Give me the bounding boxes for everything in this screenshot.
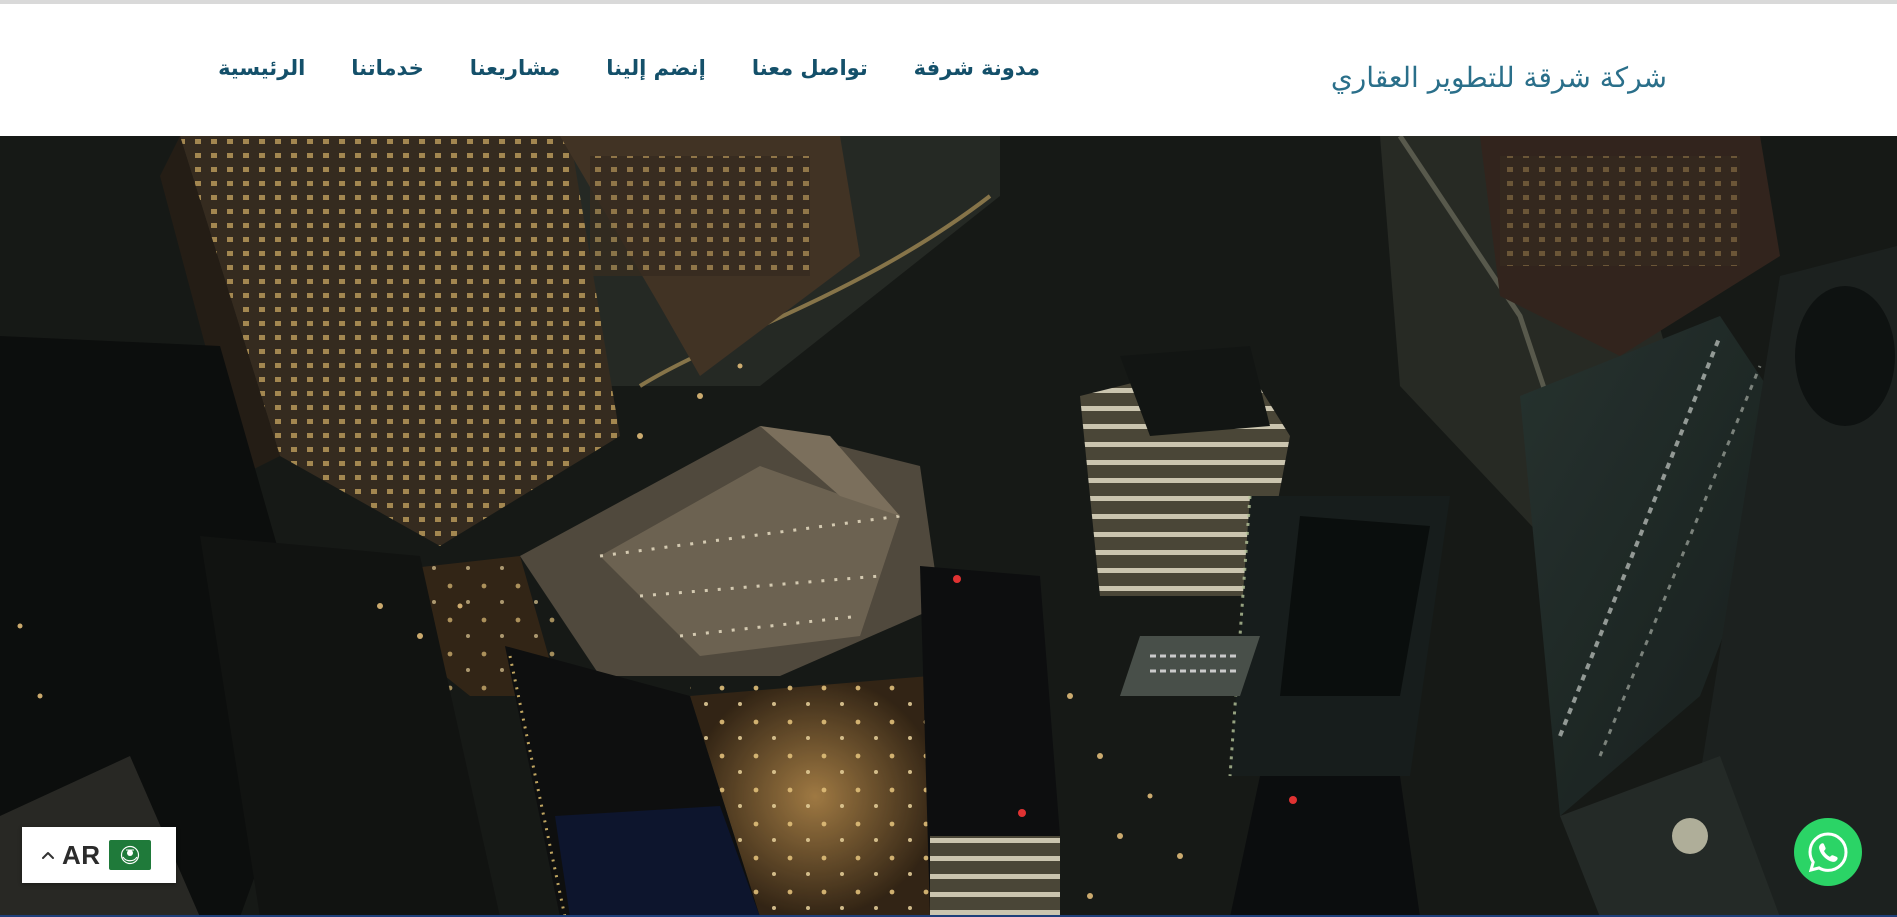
nav-item-join-us[interactable]: إنضم إلينا — [606, 56, 706, 80]
nav-item-contact[interactable]: تواصل معنا — [752, 56, 868, 80]
whatsapp-icon — [1808, 832, 1848, 873]
arab-league-flag-icon — [108, 840, 151, 870]
nav-item-blog[interactable]: مدونة شرفة — [914, 56, 1040, 80]
language-switcher[interactable]: AR — [22, 827, 176, 883]
nav-item-projects[interactable]: مشاريعنا — [470, 56, 561, 80]
nav-item-services[interactable]: خدماتنا — [351, 56, 424, 80]
site-header: الرئيسية خدماتنا مشاريعنا إنضم إلينا توا… — [0, 4, 1897, 136]
nav-item-home[interactable]: الرئيسية — [218, 56, 305, 80]
logo-text: شركة شرقة للتطوير العقاري — [1330, 60, 1667, 94]
hero-banner — [0, 136, 1897, 917]
chevron-up-icon — [42, 852, 54, 859]
aerial-city-night-image — [0, 136, 1897, 917]
whatsapp-button[interactable] — [1794, 818, 1862, 886]
language-code: AR — [62, 839, 101, 870]
site-logo[interactable]: شركة شرقة للتطوير العقاري — [1331, 42, 1667, 112]
main-nav: الرئيسية خدماتنا مشاريعنا إنضم إلينا توا… — [218, 56, 1040, 80]
